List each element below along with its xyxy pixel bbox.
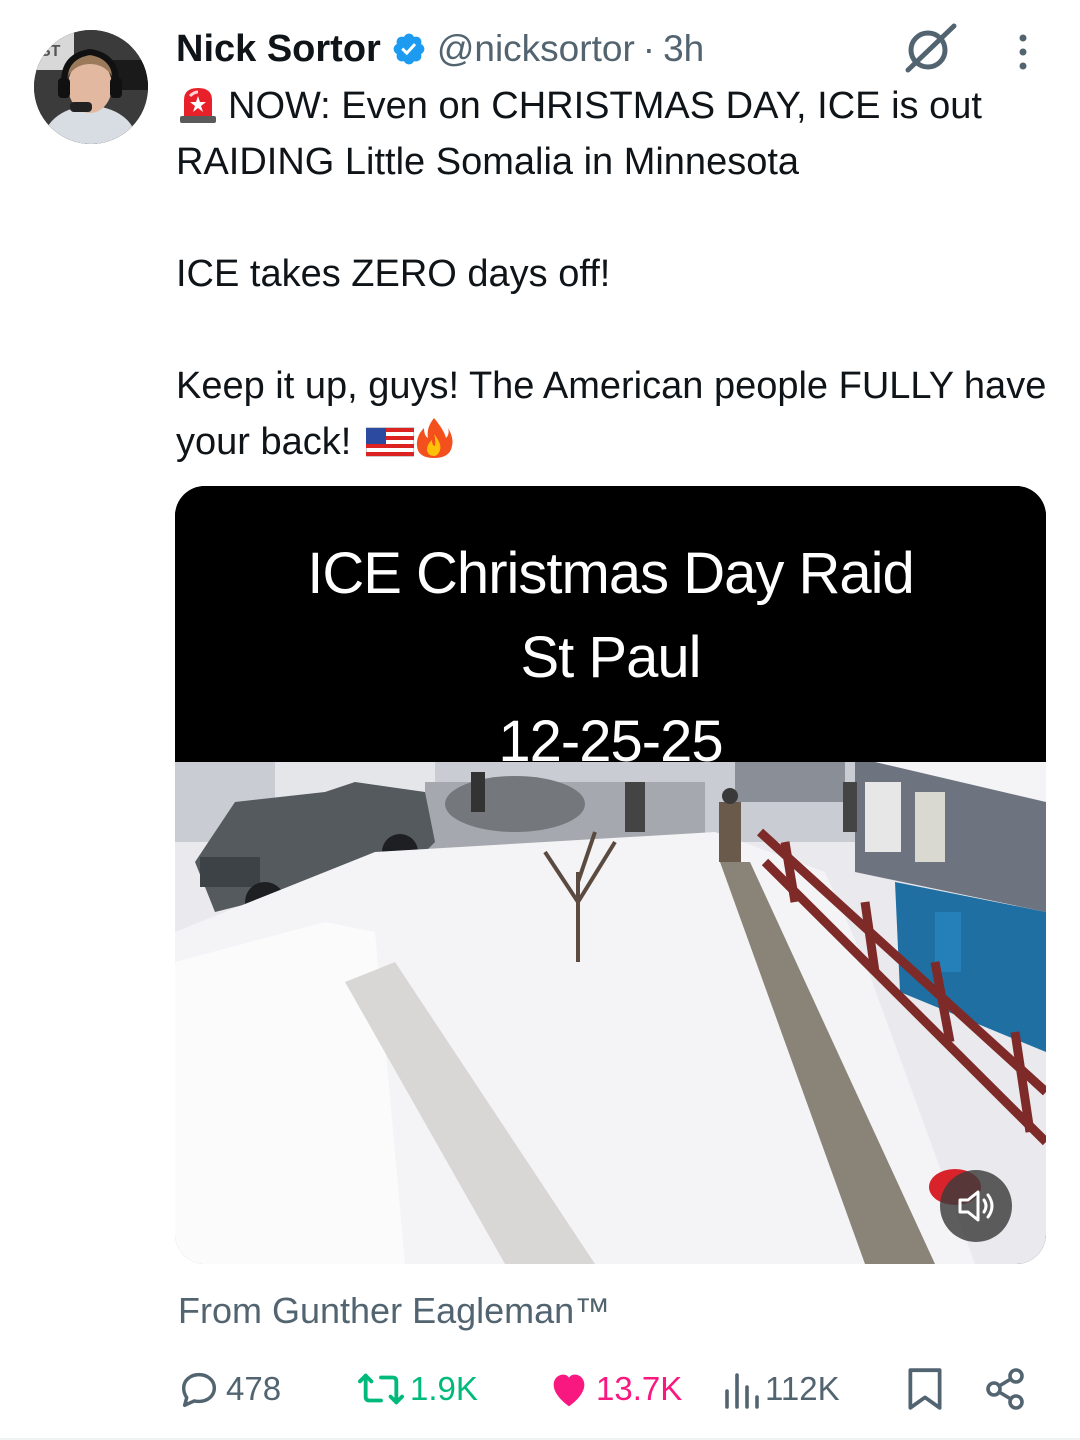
tweet-line-1: NOW: Even on CHRISTMAS DAY, ICE is out R… [176, 85, 993, 183]
action-bar: 478 1.9K 13.7K 112K [176, 1362, 1036, 1416]
bookmark-icon [908, 1368, 942, 1410]
tweet-line-3: Keep it up, guys! The American people FU… [176, 365, 1057, 463]
share-icon [986, 1368, 1024, 1410]
author-name[interactable]: Nick Sortor [176, 28, 381, 71]
views-button[interactable]: 112K [721, 1362, 840, 1416]
reply-count: 478 [226, 1370, 282, 1407]
tweet-header: Nick Sortor @nicksortor · 3h [176, 26, 704, 72]
verified-badge-icon[interactable] [391, 31, 427, 67]
bookmark-button[interactable] [906, 1362, 948, 1416]
media-video[interactable]: ICE Christmas Day Raid St Paul 12-25-25 [175, 486, 1046, 1264]
author-handle[interactable]: @nicksortor [437, 28, 635, 70]
like-button[interactable]: 13.7K [546, 1362, 682, 1416]
repost-icon [357, 1373, 404, 1405]
fire-emoji-icon [416, 418, 453, 458]
tweet-time[interactable]: 3h [663, 28, 704, 70]
share-button[interactable] [984, 1362, 1032, 1416]
source-attribution[interactable]: From Gunther Eagleman™ [178, 1290, 610, 1332]
tweet-paragraph-1: NOW: Even on CHRISTMAS DAY, ICE is out R… [176, 78, 1056, 190]
author-avatar[interactable]: ST [34, 30, 148, 144]
video-caption-location: St Paul [520, 625, 702, 690]
views-count: 112K [765, 1370, 840, 1407]
heart-icon [553, 1374, 585, 1407]
siren-emoji-icon [180, 88, 216, 123]
separator: · [642, 28, 656, 69]
mute-toggle-button[interactable] [940, 1170, 1012, 1242]
repost-count: 1.9K [410, 1370, 478, 1407]
tweet-text: NOW: Even on CHRISTMAS DAY, ICE is out R… [176, 78, 1056, 470]
us-flag-emoji-icon [365, 427, 414, 457]
like-count: 13.7K [596, 1370, 683, 1407]
tweet-paragraph-3: Keep it up, guys! The American people FU… [176, 358, 1056, 470]
video-caption-band: ICE Christmas Day Raid St Paul 12-25-25 [175, 486, 1046, 774]
views-chart-icon [725, 1373, 759, 1409]
grok-icon[interactable] [900, 22, 960, 74]
reply-icon [181, 1372, 217, 1408]
speaker-icon [958, 1190, 994, 1222]
video-frame-image [175, 762, 1046, 1264]
reply-button[interactable]: 478 [176, 1362, 281, 1416]
repost-button[interactable]: 1.9K [356, 1362, 478, 1416]
more-options-icon[interactable] [1010, 32, 1036, 72]
video-caption-title: ICE Christmas Day Raid [307, 541, 914, 606]
svg-text:ST: ST [40, 43, 61, 60]
tweet-line-2: ICE takes ZERO days off! [176, 253, 611, 295]
